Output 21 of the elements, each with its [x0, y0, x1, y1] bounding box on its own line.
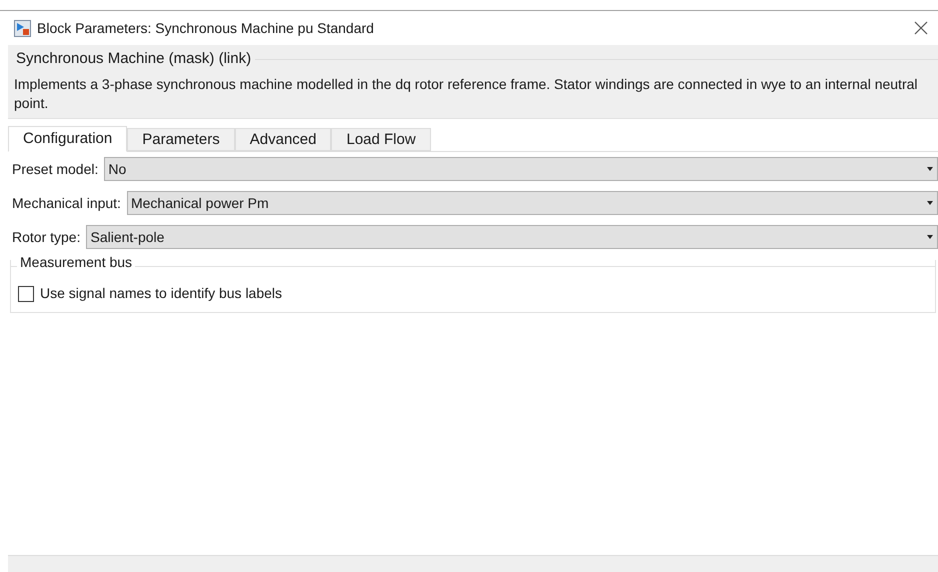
tab[interactable]: Parameters — [127, 128, 235, 151]
tab[interactable]: Advanced — [234, 128, 332, 151]
dropdown-arrow-icon — [927, 167, 933, 171]
window-title: Block Parameters: Synchronous Machine pu Standard — [37, 18, 374, 38]
checkbox[interactable] — [18, 286, 34, 302]
tab[interactable]: Configuration — [8, 126, 128, 152]
description-text: Implements a 3-phase synchronous machine modelled in the dq rotor reference frame. Stator windings are connected in wye to an internal neutral point. — [13, 74, 918, 112]
checkbox-label: Use signal names to identify bus labels — [40, 284, 282, 303]
field-label: Rotor type: — [11, 228, 82, 247]
close-icon[interactable] — [914, 21, 928, 35]
group-title: Measurement bus — [19, 253, 134, 272]
tab[interactable]: Load Flow — [331, 128, 431, 151]
field-label: Mechanical input: — [11, 194, 122, 213]
field-label: Preset model: — [11, 160, 100, 178]
dropdown-arrow-icon — [927, 235, 933, 239]
section-title: Synchronous Machine (mask) (link) — [16, 49, 252, 69]
dropdown[interactable]: No — [104, 157, 938, 181]
dropdown[interactable]: Salient-pole — [86, 225, 938, 249]
app-icon — [14, 20, 31, 36]
dropdown[interactable]: Mechanical power Pm — [126, 191, 938, 215]
dropdown-arrow-icon — [927, 201, 933, 205]
